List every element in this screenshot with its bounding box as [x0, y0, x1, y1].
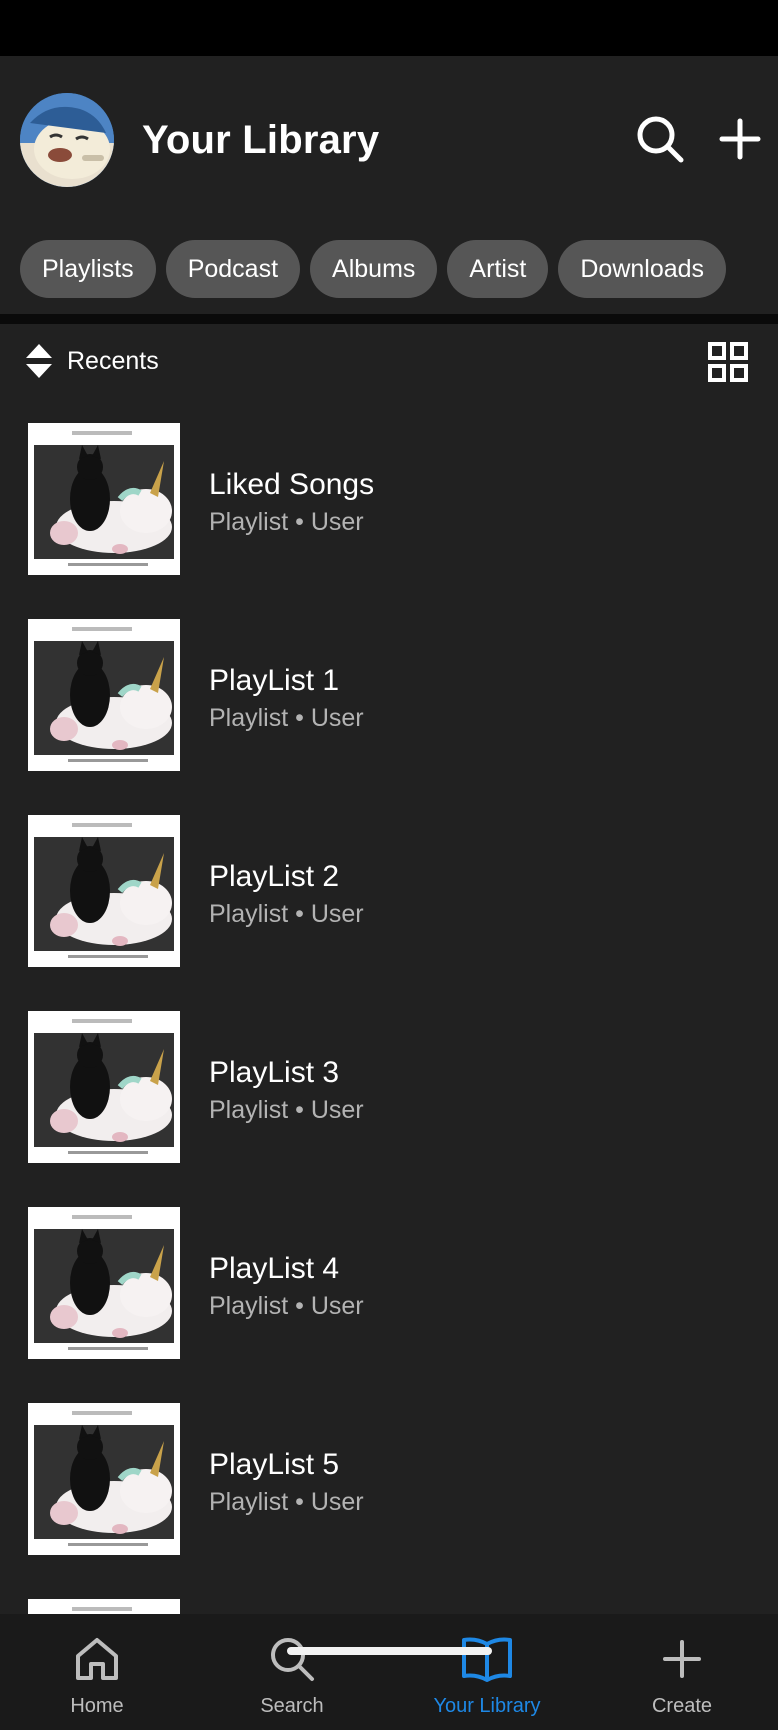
avatar-cartoon-icon — [20, 93, 114, 187]
playlist-cover — [28, 619, 180, 771]
sort-row: Recents — [0, 324, 778, 406]
filter-chip-artist[interactable]: Artist — [447, 240, 549, 298]
playlist-cover — [28, 815, 180, 967]
item-title: PlayList 1 — [209, 664, 340, 697]
header-divider — [0, 314, 778, 324]
avatar[interactable] — [20, 93, 114, 187]
sort-label[interactable]: Recents — [67, 346, 159, 376]
item-title: Liked Songs — [209, 468, 375, 501]
sort-updown-icon[interactable] — [26, 344, 52, 378]
list-item[interactable]: PlayList 5 Playlist • User — [0, 1403, 778, 1555]
playlist-cover — [28, 1207, 180, 1359]
filter-chip-podcast[interactable]: Podcast — [165, 240, 301, 298]
add-button[interactable] — [710, 109, 770, 169]
item-title: PlayList 5 — [209, 1448, 340, 1481]
list-item[interactable]: PlayList 4 Playlist • User — [0, 1207, 778, 1359]
library-header: Your Library Playlists Podcast Albums Ar… — [0, 56, 778, 314]
filter-chips: Playlists Podcast Albums Artist Download… — [20, 240, 727, 298]
item-title: PlayList 3 — [209, 1056, 340, 1089]
filter-chip-albums[interactable]: Albums — [310, 240, 438, 298]
nav-search-label: Search — [260, 1695, 324, 1717]
nav-create-label: Create — [651, 1695, 713, 1717]
item-subtitle: Playlist • User — [209, 1096, 364, 1124]
item-subtitle: Playlist • User — [209, 1488, 364, 1516]
status-bar — [0, 0, 778, 56]
filter-chip-playlists[interactable]: Playlists — [20, 240, 156, 298]
nav-your-library[interactable]: Your Library — [392, 1614, 582, 1730]
nav-home-label: Home — [70, 1695, 124, 1717]
plus-icon — [663, 1640, 701, 1678]
grid-view-icon[interactable] — [708, 342, 748, 382]
list-item[interactable]: PlayList 3 Playlist • User — [0, 1011, 778, 1163]
list-item[interactable]: PlayList 2 Playlist • User — [0, 815, 778, 967]
playlist-cover — [28, 1011, 180, 1163]
library-book-icon — [462, 1637, 512, 1682]
item-subtitle: Playlist • User — [209, 508, 364, 536]
home-icon — [76, 1638, 118, 1680]
nav-home[interactable]: Home — [2, 1614, 192, 1730]
page-title: Your Library — [142, 118, 380, 162]
search-button[interactable] — [630, 109, 690, 169]
item-title: PlayList 4 — [209, 1252, 340, 1285]
item-subtitle: Playlist • User — [209, 704, 364, 732]
list-item[interactable]: Liked Songs Playlist • User — [0, 423, 778, 575]
item-subtitle: Playlist • User — [209, 900, 364, 928]
plus-icon — [719, 118, 761, 160]
search-icon — [271, 1638, 314, 1681]
item-subtitle: Playlist • User — [209, 1292, 364, 1320]
nav-search[interactable]: Search — [197, 1614, 387, 1730]
item-title: PlayList 2 — [209, 860, 340, 893]
nav-your-library-label: Your Library — [433, 1695, 541, 1717]
library-screen: Your Library Playlists Podcast Albums Ar… — [0, 56, 778, 1730]
filter-chip-downloads[interactable]: Downloads — [558, 240, 727, 298]
playlist-cover — [28, 423, 180, 575]
nav-create[interactable]: Create — [587, 1614, 777, 1730]
playlist-cover — [28, 1403, 180, 1555]
home-indicator — [287, 1647, 492, 1655]
search-icon — [637, 116, 684, 163]
bottom-nav: Home Search Your Library Create — [0, 1614, 778, 1730]
list-item[interactable]: PlayList 1 Playlist • User — [0, 619, 778, 771]
